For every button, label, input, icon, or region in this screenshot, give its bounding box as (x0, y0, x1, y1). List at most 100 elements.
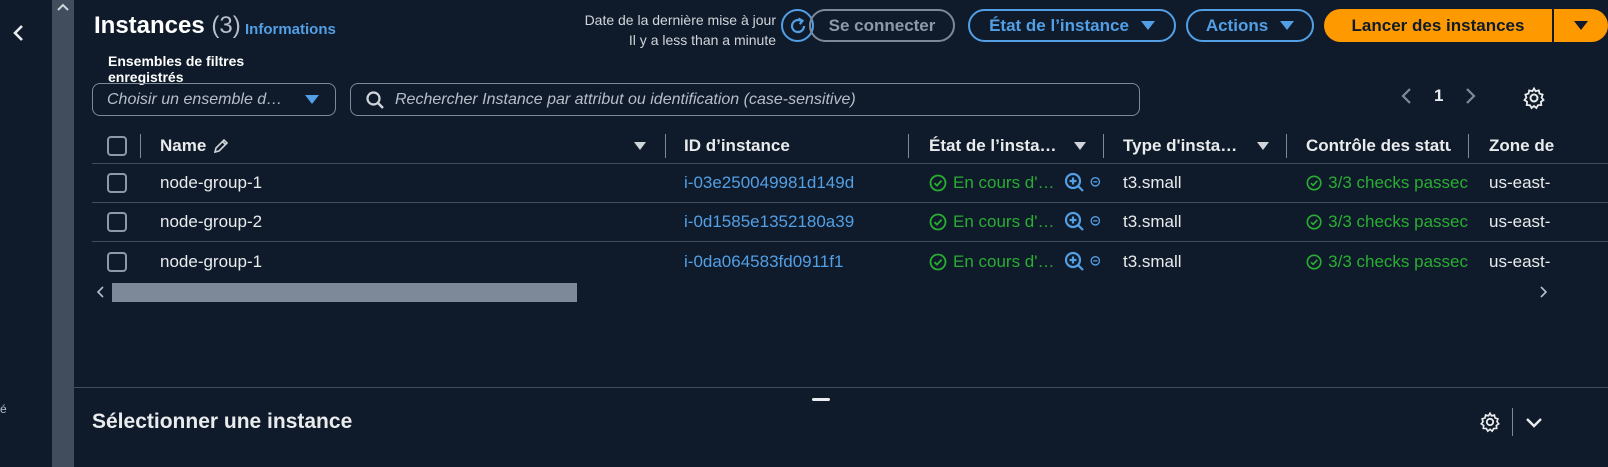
launch-options-button[interactable] (1554, 9, 1608, 42)
instance-type: t3.small (1123, 251, 1182, 271)
search-box[interactable] (350, 83, 1140, 116)
scroll-left-icon[interactable] (96, 286, 106, 298)
horizontal-scrollbar[interactable] (92, 282, 1608, 302)
instance-id-link[interactable]: i-03e250049981d149d (684, 164, 854, 202)
chevron-down-icon[interactable] (1524, 412, 1544, 432)
zoom-out-icon[interactable] (1090, 242, 1103, 281)
refresh-icon (790, 17, 805, 33)
column-separator (140, 134, 141, 158)
availability-zone: us-east- (1489, 212, 1551, 231)
page-title-text: Instances (94, 12, 205, 39)
caret-down-icon (305, 95, 319, 104)
connect-button-label: Se connecter (828, 15, 936, 35)
status-checks-text: 3/3 checks passec (1328, 173, 1468, 192)
column-separator (665, 134, 666, 158)
status-checks-text: 3/3 checks passec (1328, 212, 1468, 231)
column-header-id[interactable]: ID d’instance (684, 128, 790, 163)
gear-icon[interactable] (1479, 411, 1501, 433)
sort-icon[interactable] (1257, 128, 1269, 163)
table-row[interactable]: node-group-1 i-0da064583fd0911f1 En cour… (92, 242, 1608, 281)
gear-icon[interactable] (1522, 86, 1546, 110)
availability-zone: us-east- (1489, 251, 1551, 271)
status-checks: 3/3 checks passec (1306, 203, 1468, 241)
scroll-right-icon[interactable] (1538, 286, 1548, 298)
check-circle-icon (1306, 175, 1322, 191)
status-checks: 3/3 checks passec (1306, 164, 1468, 202)
instance-id-link[interactable]: i-0da064583fd0911f1 (684, 242, 843, 281)
column-header-state[interactable]: État de l’insta… (929, 128, 1057, 163)
last-update-label: Date de la dernière mise à jour (584, 12, 776, 28)
column-header-type[interactable]: Type d'insta… (1123, 128, 1237, 163)
instance-state-button[interactable]: État de l’instance (968, 9, 1176, 42)
launch-instances-button[interactable]: Lancer des instances (1324, 9, 1552, 42)
scroll-up-icon[interactable] (55, 0, 71, 14)
current-page[interactable]: 1 (1434, 86, 1443, 106)
availability-zone: us-east- (1489, 173, 1551, 192)
row-checkbox-cell (107, 203, 127, 241)
column-header-label: Name (160, 135, 207, 155)
vertical-scrollbar[interactable] (52, 0, 74, 467)
caret-down-icon (1280, 21, 1295, 30)
column-header-name[interactable]: Name (160, 128, 230, 163)
sort-icon[interactable] (634, 128, 646, 163)
check-circle-icon (929, 253, 947, 270)
column-separator (1103, 134, 1104, 158)
row-checkbox[interactable] (107, 251, 127, 272)
rail-text-fragment: é (0, 402, 7, 416)
instance-name: node-group-1 (160, 173, 263, 192)
check-circle-icon (929, 213, 947, 231)
status-checks: 3/3 checks passec (1306, 242, 1468, 281)
caret-down-icon (1140, 21, 1155, 30)
status-checks-text: 3/3 checks passec (1328, 251, 1468, 271)
search-input[interactable] (395, 90, 1115, 109)
row-checkbox-cell (107, 242, 127, 281)
table-row[interactable]: node-group-2 i-0d1585e1352180a39 En cour… (92, 203, 1608, 242)
zoom-in-icon[interactable] (1064, 203, 1086, 241)
zoom-out-icon[interactable] (1090, 164, 1103, 202)
instance-state: En cours d'… (929, 203, 1055, 241)
last-update-value: Il y a less than a minute (628, 32, 776, 48)
instance-state-text: En cours d'… (953, 251, 1055, 271)
table-row[interactable]: node-group-1 i-03e250049981d149d En cour… (92, 164, 1608, 203)
instance-name: node-group-2 (160, 212, 263, 231)
panel-resize-handle[interactable] (812, 398, 830, 401)
pagination: 1 (1400, 86, 1477, 106)
zoom-in-icon[interactable] (1064, 164, 1086, 202)
column-separator (1286, 134, 1287, 158)
column-header-label: Contrôle des statu (1306, 135, 1451, 155)
sort-icon[interactable] (1074, 128, 1086, 163)
instance-type: t3.small (1123, 173, 1182, 192)
actions-button[interactable]: Actions (1186, 9, 1314, 42)
select-all-cell (107, 128, 127, 163)
connect-button[interactable]: Se connecter (809, 9, 955, 42)
instance-id-link[interactable]: i-0d1585e1352180a39 (684, 203, 854, 241)
saved-filters-label: Ensembles de filtres enregistrés (108, 53, 245, 85)
pencil-icon (214, 138, 229, 153)
column-separator (908, 134, 909, 158)
chevron-right-icon[interactable] (1463, 86, 1477, 106)
row-checkbox[interactable] (107, 173, 127, 193)
actions-label: Actions (1205, 15, 1269, 35)
zoom-out-icon[interactable] (1090, 203, 1103, 241)
check-circle-icon (1306, 253, 1322, 270)
instance-state: En cours d'… (929, 242, 1055, 281)
column-header-label: Zone de (1489, 135, 1555, 155)
instances-table: Name ID d’instance État de l’insta… Type… (92, 128, 1608, 281)
horizontal-scroll-thumb[interactable] (112, 283, 577, 302)
row-checkbox[interactable] (107, 212, 127, 232)
saved-filters-select[interactable]: Choisir un ensemble d… (92, 83, 336, 116)
panel-divider (1512, 408, 1513, 436)
chevron-left-icon[interactable] (8, 22, 30, 44)
info-link[interactable]: Informations (245, 21, 336, 38)
select-all-checkbox[interactable] (107, 135, 127, 156)
column-header-status[interactable]: Contrôle des statu (1306, 128, 1451, 163)
column-header-zone[interactable]: Zone de (1489, 128, 1608, 163)
instance-state-label: État de l’instance (989, 15, 1129, 35)
zoom-in-icon[interactable] (1064, 242, 1086, 281)
search-icon (366, 90, 384, 109)
column-header-label: Type d'insta… (1123, 135, 1238, 155)
details-panel-title: Sélectionner une instance (92, 410, 353, 433)
column-separator (1468, 134, 1469, 158)
chevron-left-icon[interactable] (1400, 86, 1414, 106)
instance-state: En cours d'… (929, 164, 1055, 202)
